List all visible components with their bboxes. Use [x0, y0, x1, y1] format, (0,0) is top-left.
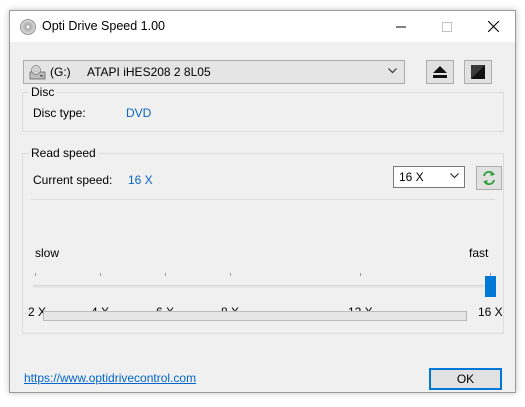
cd-app-icon — [20, 19, 36, 35]
close-button[interactable] — [470, 11, 516, 42]
app-window: Opti Drive Speed 1.00 (G:) ATAPI iHES208… — [9, 10, 516, 393]
disc-group-title: Disc — [29, 85, 57, 99]
slider-tick — [35, 273, 36, 276]
ok-button[interactable]: OK — [429, 368, 502, 390]
drive-dropdown[interactable]: (G:) ATAPI iHES208 2 8L05 — [23, 60, 405, 84]
slider-tick — [360, 273, 361, 276]
close-icon — [487, 21, 499, 32]
disc-type-value: DVD — [126, 106, 152, 120]
cd-drive-icon — [29, 65, 46, 80]
progress-bar — [43, 311, 467, 321]
title-bar[interactable]: Opti Drive Speed 1.00 — [10, 11, 515, 42]
refresh-button[interactable] — [476, 166, 502, 190]
close-tray-icon — [471, 65, 485, 79]
disc-type-label: Disc type: — [33, 106, 86, 120]
maximize-button — [424, 11, 470, 42]
minimize-icon — [396, 26, 406, 27]
window-title: Opti Drive Speed 1.00 — [42, 19, 165, 33]
separator — [31, 199, 495, 200]
eject-icon — [433, 66, 447, 78]
minimize-button[interactable] — [378, 11, 424, 42]
slider-min-label: slow — [35, 246, 60, 260]
slider-tick — [230, 273, 231, 276]
slider-tick-label: 16 X — [478, 305, 503, 319]
maximize-icon — [442, 21, 452, 32]
ok-button-label: OK — [456, 372, 475, 386]
speed-select-value: 16 X — [399, 170, 424, 184]
drive-model: ATAPI iHES208 2 8L05 — [87, 65, 211, 79]
disc-group: Disc Disc type: DVD — [22, 85, 504, 132]
chevron-down-icon — [388, 68, 397, 74]
read-speed-group: Read speed Current speed: 16 X 16 X slow… — [22, 146, 504, 334]
eject-button[interactable] — [426, 60, 454, 84]
speed-slider-track[interactable] — [33, 285, 495, 288]
close-tray-button[interactable] — [464, 60, 492, 84]
website-link[interactable]: https://www.optidrivecontrol.com — [24, 371, 196, 385]
slider-tick — [100, 273, 101, 276]
read-speed-group-title: Read speed — [29, 146, 98, 160]
client-area: (G:) ATAPI iHES208 2 8L05 Disc Disc type… — [10, 42, 515, 392]
speed-select[interactable]: 16 X — [393, 166, 465, 188]
chevron-down-icon — [450, 173, 459, 179]
drive-letter: (G:) — [50, 65, 71, 79]
speed-slider-thumb[interactable] — [485, 276, 496, 297]
current-speed-value: 16 X — [128, 173, 153, 187]
current-speed-label: Current speed: — [33, 173, 113, 187]
slider-max-label: fast — [469, 246, 489, 260]
slider-tick — [165, 273, 166, 276]
refresh-icon — [483, 171, 495, 185]
